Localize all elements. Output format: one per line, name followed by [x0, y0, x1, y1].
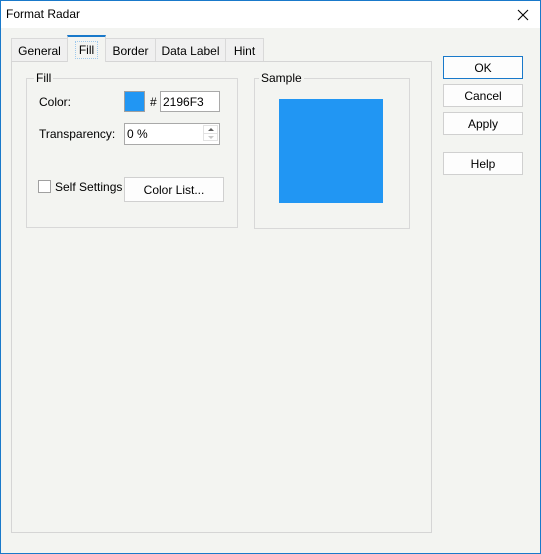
close-button[interactable]: [506, 1, 540, 28]
transparency-value: 0 %: [127, 127, 148, 141]
color-label: Color:: [39, 95, 72, 109]
fill-tab-panel: Fill Color: # 2196F3 Transparency: 0 % S…: [11, 61, 432, 533]
apply-button-label: Apply: [467, 116, 499, 131]
color-swatch[interactable]: [124, 91, 145, 112]
sample-group-title: Sample: [259, 71, 304, 85]
cancel-button[interactable]: Cancel: [443, 84, 523, 107]
hex-color-input[interactable]: 2196F3: [160, 91, 220, 112]
format-radar-dialog: Format Radar General Fill Border Data La…: [0, 0, 541, 554]
tab-border-label: Border: [112, 43, 149, 58]
arrow-down-icon: [207, 135, 214, 139]
color-list-button-label: Color List...: [143, 182, 205, 197]
ok-button-label: OK: [474, 60, 492, 75]
spin-down-button[interactable]: [203, 133, 218, 141]
fill-group: Fill Color: # 2196F3 Transparency: 0 % S…: [26, 71, 238, 228]
help-button-label: Help: [470, 156, 496, 171]
self-settings-checkbox[interactable]: [38, 180, 51, 193]
tab-data-label-label: Data Label: [161, 43, 220, 58]
tab-hint-label: Hint: [233, 43, 256, 58]
tab-fill-label: Fill: [74, 40, 99, 59]
tab-hint[interactable]: Hint: [225, 38, 264, 62]
self-settings-label: Self Settings: [55, 180, 123, 194]
sample-preview: [279, 99, 383, 203]
hash-symbol: #: [150, 95, 157, 109]
dialog-title: Format Radar: [6, 7, 81, 21]
tab-general[interactable]: General: [11, 38, 68, 62]
transparency-spinner[interactable]: 0 %: [124, 123, 220, 145]
tab-general-label: General: [18, 43, 61, 58]
transparency-label: Transparency:: [39, 127, 116, 141]
tab-border[interactable]: Border: [105, 38, 156, 62]
ok-button[interactable]: OK: [443, 56, 523, 79]
tab-fill[interactable]: Fill: [67, 35, 106, 62]
arrow-up-icon: [207, 128, 214, 131]
sample-group: Sample: [254, 71, 410, 229]
apply-button[interactable]: Apply: [443, 112, 523, 135]
spin-up-button[interactable]: [203, 125, 218, 133]
transparency-spin-buttons: [203, 125, 218, 142]
color-list-button[interactable]: Color List...: [124, 177, 224, 202]
tab-data-label[interactable]: Data Label: [155, 38, 226, 62]
title-bar: Format Radar: [1, 1, 540, 28]
help-button[interactable]: Help: [443, 152, 523, 175]
fill-group-title: Fill: [34, 71, 54, 85]
cancel-button-label: Cancel: [464, 88, 502, 103]
close-icon: [517, 9, 529, 20]
